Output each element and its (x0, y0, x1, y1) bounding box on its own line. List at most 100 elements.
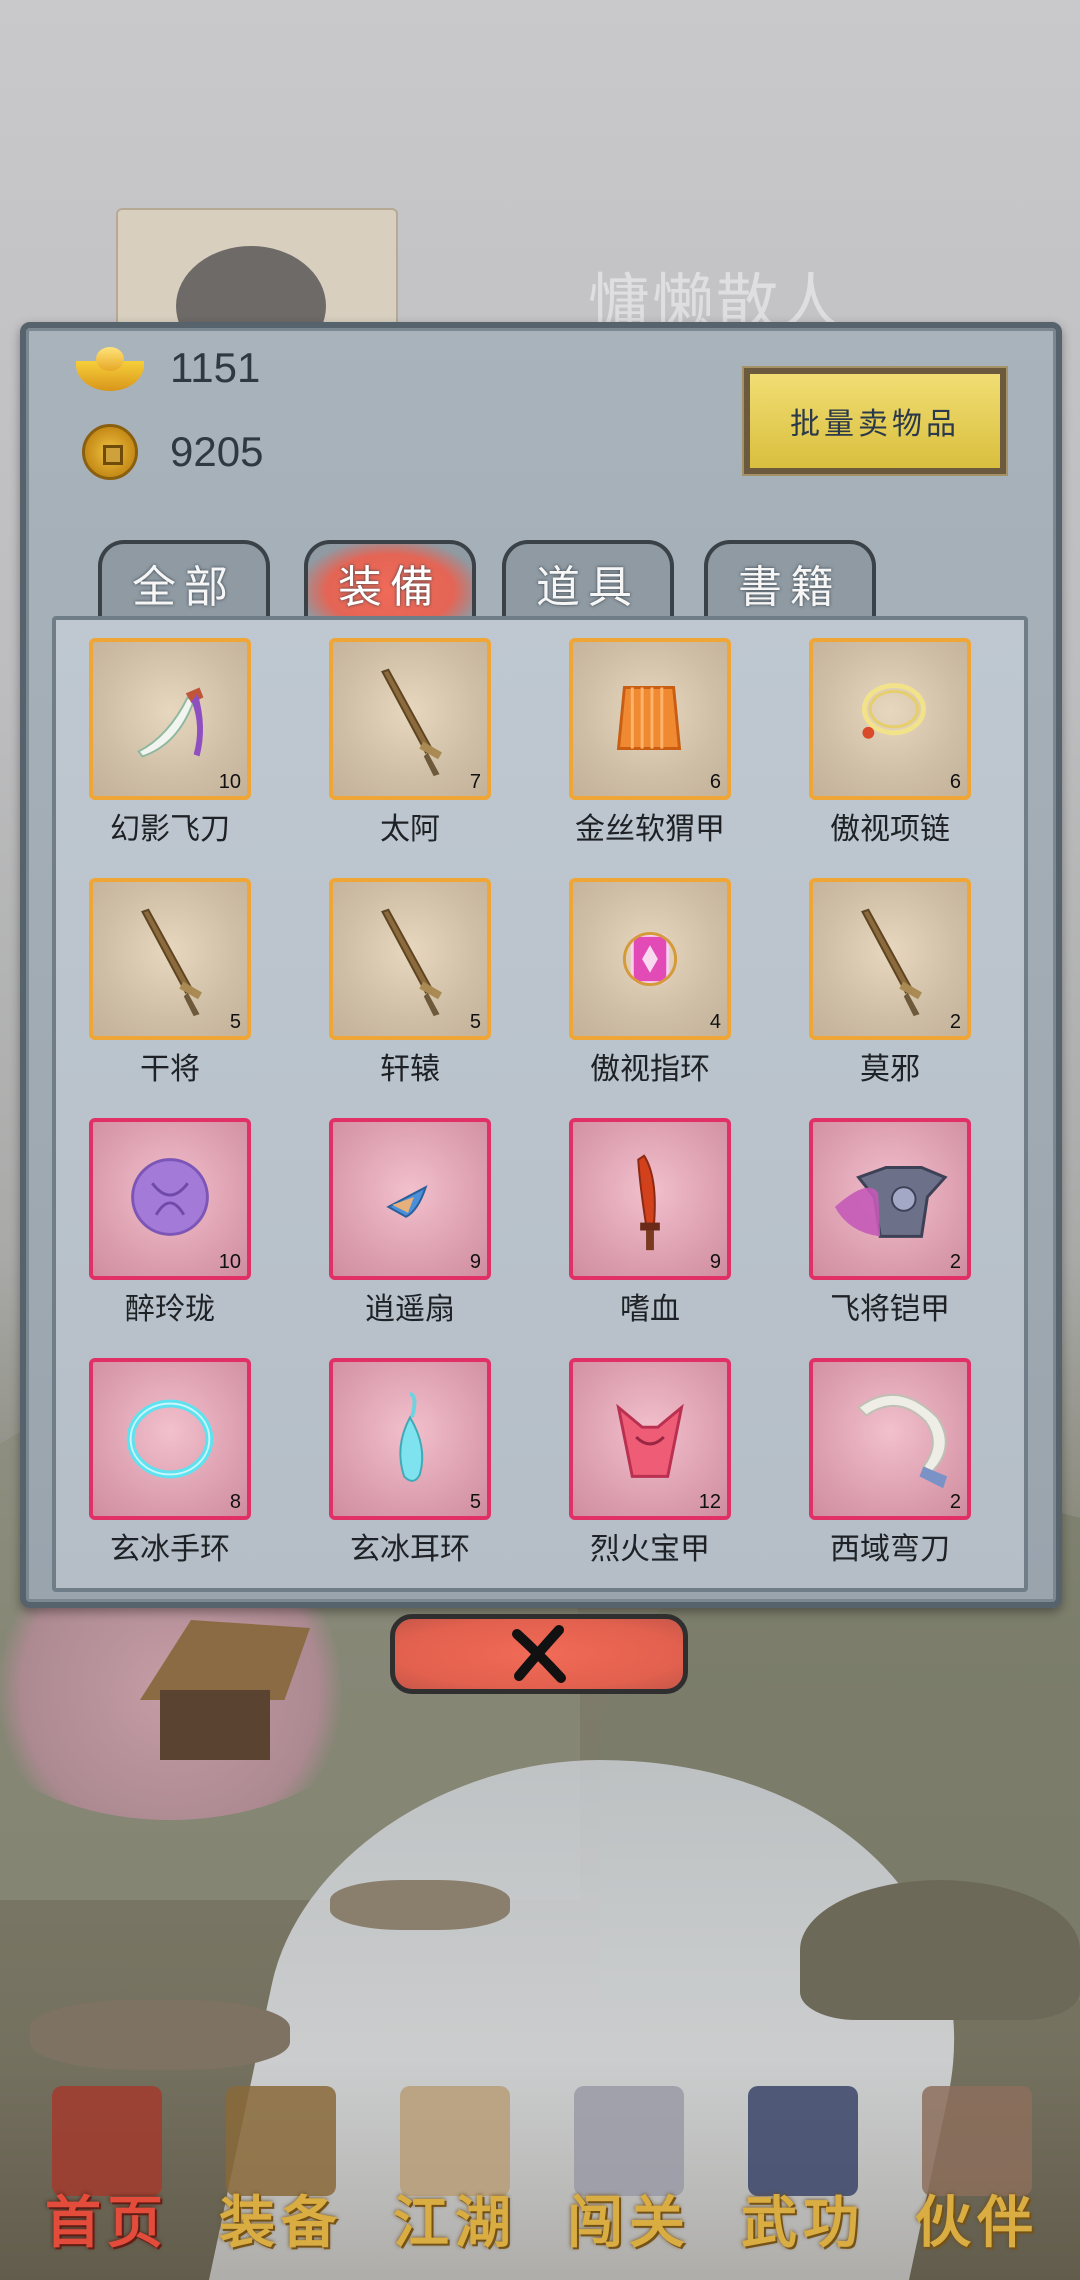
rock (800, 1880, 1080, 2020)
nav-item-book[interactable]: 武功 (718, 2086, 888, 2276)
item-cell[interactable]: 5 轩辕 (284, 854, 524, 1087)
item-count: 12 (698, 1491, 721, 1513)
item-name: 轩辕 (380, 1052, 440, 1087)
nav-item-house[interactable]: 首页 (22, 2086, 192, 2276)
coin-currency: 9205 (76, 422, 263, 482)
item-slot[interactable]: 5 (89, 878, 251, 1040)
vest-armor-icon (616, 686, 682, 750)
rock (330, 1880, 510, 1930)
item-name: 金丝软猬甲 (575, 812, 725, 847)
earring-icon (399, 1391, 424, 1482)
item-name: 逍遥扇 (365, 1292, 455, 1327)
item-slot[interactable]: 12 (569, 1358, 731, 1520)
item-count: 7 (469, 771, 481, 793)
item-cell[interactable]: 10 幻影飞刀 (44, 614, 284, 847)
gold-ingot-icon (76, 345, 144, 391)
item-slot[interactable]: 2 (809, 878, 971, 1040)
item-count: 2 (949, 1491, 961, 1513)
tab-equipment[interactable]: 装備 (304, 540, 476, 622)
item-count: 5 (469, 1011, 481, 1033)
item-slot[interactable]: 2 (809, 1118, 971, 1280)
item-slot[interactable]: 7 (329, 638, 491, 800)
nav-item-scroll[interactable]: 江湖 (370, 2086, 540, 2276)
item-name: 玄冰手环 (110, 1532, 230, 1567)
item-count: 5 (469, 1491, 481, 1513)
nav-label: 江湖 (393, 2190, 517, 2256)
item-cell[interactable]: 9 嗜血 (524, 1094, 764, 1327)
item-name: 莫邪 (860, 1052, 920, 1087)
item-count: 2 (949, 1251, 961, 1273)
item-count: 6 (949, 771, 961, 793)
item-name: 干将 (140, 1052, 200, 1087)
item-slot[interactable]: 6 (569, 638, 731, 800)
item-slot[interactable]: 10 (89, 1118, 251, 1280)
sword-icon (381, 668, 443, 777)
item-slot[interactable]: 5 (329, 878, 491, 1040)
jade-disc-icon (131, 1158, 209, 1236)
item-name: 西域弯刀 (830, 1532, 950, 1567)
item-cell[interactable]: 2 飞将铠甲 (764, 1094, 1004, 1327)
item-cell[interactable]: 2 西域弯刀 (764, 1334, 1004, 1567)
item-count: 10 (218, 771, 241, 793)
sword-icon (141, 908, 203, 1017)
item-count: 9 (709, 1251, 721, 1273)
copper-coin-icon (82, 424, 138, 480)
item-slot[interactable]: 5 (329, 1358, 491, 1520)
item-count: 6 (709, 771, 721, 793)
tab-books[interactable]: 書籍 (704, 540, 876, 622)
nav-label: 闯关 (567, 2190, 691, 2256)
nav-label: 伙伴 (915, 2190, 1039, 2256)
item-cell[interactable]: 2 莫邪 (764, 854, 1004, 1087)
nav-item-armor[interactable]: 装备 (196, 2086, 366, 2276)
item-count: 2 (949, 1011, 961, 1033)
item-slot[interactable]: 2 (809, 1358, 971, 1520)
nav-label: 武功 (741, 2190, 865, 2256)
item-slot[interactable]: 8 (89, 1358, 251, 1520)
item-name: 飞将铠甲 (830, 1292, 950, 1327)
item-count: 9 (469, 1251, 481, 1273)
tab-props[interactable]: 道具 (502, 540, 674, 622)
item-count: 4 (709, 1011, 721, 1033)
bracelet-icon (126, 1399, 214, 1479)
item-slot[interactable]: 10 (89, 638, 251, 800)
item-count: 10 (218, 1251, 241, 1273)
item-cell[interactable]: 5 玄冰耳环 (284, 1334, 524, 1567)
nav-item-crossed-swords[interactable]: 闯关 (544, 2086, 714, 2276)
shoulder-armor-icon (834, 1166, 948, 1238)
item-slot[interactable]: 9 (329, 1118, 491, 1280)
item-slot[interactable]: 6 (809, 638, 971, 800)
item-cell[interactable]: 6 金丝软猬甲 (524, 614, 764, 847)
sword-icon (861, 908, 923, 1017)
nav-label: 首页 (45, 2190, 169, 2256)
coin-amount: 9205 (170, 428, 264, 475)
player-portrait (116, 208, 398, 328)
nav-item-partners[interactable]: 伙伴 (892, 2086, 1062, 2276)
item-slot[interactable]: 9 (569, 1118, 731, 1280)
item-cell[interactable]: 6 傲视项链 (764, 614, 1004, 847)
close-button[interactable] (390, 1614, 688, 1694)
flying-dagger-icon (136, 687, 204, 758)
necklace-icon (861, 683, 926, 739)
item-cell[interactable]: 5 干将 (44, 854, 284, 1087)
fan-icon (386, 1185, 428, 1218)
fire-armor-icon (616, 1403, 684, 1478)
item-cell[interactable]: 9 逍遥扇 (284, 1094, 524, 1327)
item-cell[interactable]: 7 太阿 (284, 614, 524, 847)
item-cell[interactable]: 4 傲视指环 (524, 854, 764, 1087)
item-slot[interactable]: 4 (569, 878, 731, 1040)
item-name: 嗜血 (620, 1292, 680, 1327)
item-count: 8 (229, 1491, 241, 1513)
item-name: 傲视项链 (830, 812, 950, 847)
item-name: 太阿 (380, 812, 440, 847)
item-cell[interactable]: 12 烈火宝甲 (524, 1334, 764, 1567)
item-cell[interactable]: 10 醉玲珑 (44, 1094, 284, 1327)
hut (140, 1620, 310, 1760)
item-count: 5 (229, 1011, 241, 1033)
tab-all[interactable]: 全部 (98, 540, 270, 622)
bulk-sell-button[interactable]: 批量卖物品 (742, 366, 1008, 476)
nav-label: 装备 (219, 2190, 343, 2256)
ring-icon (622, 931, 678, 987)
item-name: 玄冰耳环 (350, 1532, 470, 1567)
item-cell[interactable]: 8 玄冰手环 (44, 1334, 284, 1567)
sword-icon (381, 908, 443, 1017)
